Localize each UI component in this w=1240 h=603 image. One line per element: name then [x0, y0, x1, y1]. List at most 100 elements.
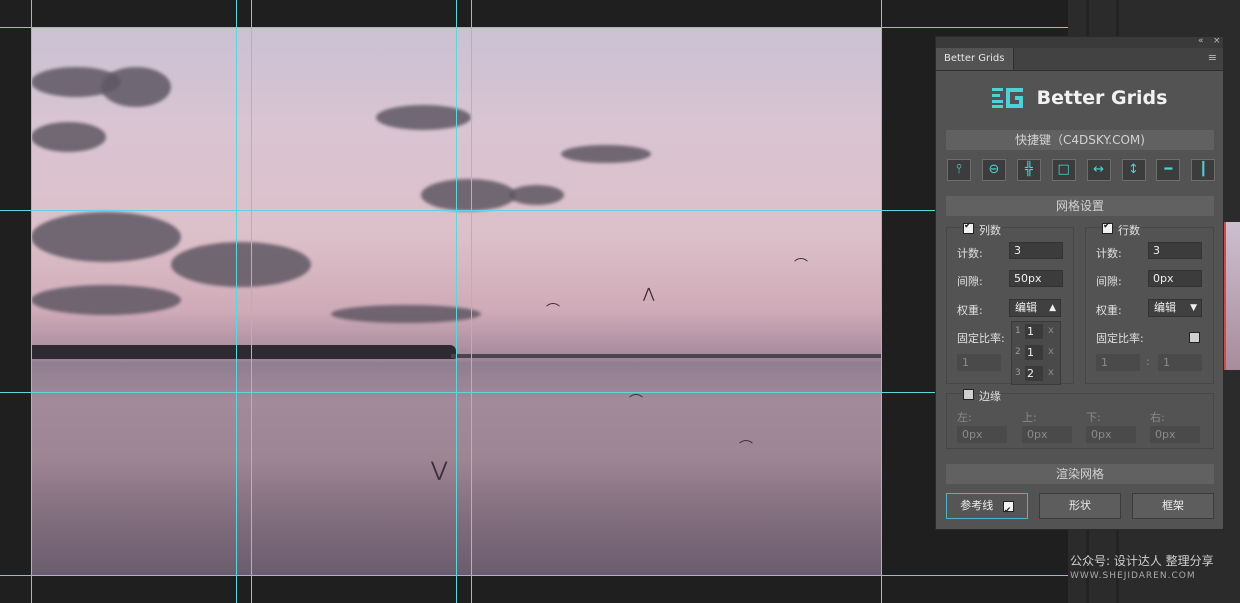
columns-ratio-input[interactable]: 1 — [957, 354, 1001, 371]
rows-ratio-b-input[interactable]: 1 — [1158, 354, 1202, 371]
rows-title: 行数 — [1118, 224, 1140, 237]
cloud — [31, 285, 181, 315]
guides-checkbox[interactable] — [1002, 499, 1014, 523]
shoreline — [31, 345, 456, 359]
rows-weight-dropdown[interactable]: 编辑 ▼ — [1148, 299, 1202, 317]
frame-square-icon[interactable]: □ — [1051, 159, 1076, 181]
ratio-separator: : — [1146, 355, 1150, 368]
canvas-area[interactable]: ⌒ ⋀ ⌒ ⌒ ⋁ ⌒ — [0, 0, 1068, 603]
guide-vertical[interactable] — [456, 0, 457, 603]
columns-weight-label: 权重: — [957, 304, 983, 317]
guide-horizontal[interactable] — [0, 392, 1068, 393]
panel-menu-icon[interactable]: ≡ — [1208, 52, 1217, 63]
center-cross-icon[interactable]: ╬ — [1016, 159, 1041, 181]
triangle-up-icon: ▲ — [1049, 303, 1056, 313]
margin-top-input[interactable]: 0px — [1022, 426, 1072, 443]
cloud — [171, 242, 311, 287]
center-vertical-line-icon[interactable]: ⫯ — [947, 159, 971, 181]
margins-title: 边缘 — [979, 390, 1001, 403]
guide-vertical[interactable] — [881, 0, 882, 603]
remove-weight-icon[interactable]: x — [1048, 346, 1054, 357]
bird: ⌒ — [546, 303, 560, 319]
vertical-arrows-icon[interactable]: ↕ — [1121, 159, 1146, 181]
brand-title: Better Grids — [1036, 87, 1168, 109]
watermark-line2: WWW.SHEJIDAREN.COM — [1070, 571, 1196, 581]
rows-ratio-checkbox[interactable] — [1189, 332, 1200, 343]
cloud — [561, 145, 651, 163]
rows-checkbox[interactable] — [1102, 221, 1113, 234]
rows-ratio-a-input[interactable]: 1 — [1096, 354, 1140, 371]
margin-bottom-input[interactable]: 0px — [1086, 426, 1136, 443]
weight-row: 3 2 x — [1015, 366, 1054, 381]
brand-header: Better Grids — [936, 87, 1223, 117]
columns-gutter-label: 间隙: — [957, 275, 983, 288]
weight-row: 2 1 x — [1015, 345, 1054, 360]
cloud — [101, 67, 171, 107]
guide-horizontal[interactable] — [0, 575, 1068, 576]
guide-vertical[interactable] — [251, 0, 252, 603]
margin-right-label: 右: — [1150, 411, 1165, 424]
rows-weight-label: 权重: — [1096, 304, 1122, 317]
weight-input[interactable]: 2 — [1025, 366, 1043, 381]
columns-weight-list: 1 1 x 2 1 x 3 2 x — [1011, 321, 1061, 385]
document-thumbnail[interactable] — [1224, 222, 1240, 370]
panel-title-strip: « × — [936, 36, 1223, 48]
rows-gutter-input[interactable]: 0px — [1148, 270, 1202, 287]
render-grid-header: 渲染网格 — [946, 464, 1214, 484]
frame-button[interactable]: 框架 — [1132, 493, 1214, 519]
columns-weight-dropdown[interactable]: 编辑 ▲ — [1009, 299, 1061, 317]
guide-vertical[interactable] — [31, 0, 32, 603]
columns-title: 列数 — [979, 224, 1001, 237]
cloud — [31, 122, 106, 152]
guides-button[interactable]: 参考线 — [946, 493, 1028, 523]
columns-count-label: 计数: — [957, 247, 983, 260]
triangle-down-icon: ▼ — [1190, 303, 1197, 313]
bird: ⌒ — [794, 258, 808, 274]
watermark: 公众号: 设计达人 整理分享 WWW.SHEJIDAREN.COM — [1070, 552, 1214, 581]
guide-vertical[interactable] — [236, 0, 237, 603]
bird: ⋁ — [431, 457, 448, 481]
rows-count-input[interactable]: 3 — [1148, 242, 1202, 259]
guide-horizontal[interactable] — [0, 210, 1068, 211]
weight-row: 1 1 x — [1015, 324, 1054, 339]
margin-top-label: 上: — [1022, 411, 1037, 424]
columns-checkbox[interactable] — [963, 221, 974, 234]
columns-weight-value: 编辑 — [1015, 301, 1037, 314]
center-horizontal-line-icon[interactable]: ⊖ — [981, 159, 1006, 181]
horizontal-line-icon[interactable]: ━ — [1156, 159, 1181, 181]
grid-settings-header: 网格设置 — [946, 196, 1214, 216]
margin-right-input[interactable]: 0px — [1150, 426, 1200, 443]
rows-count-label: 计数: — [1096, 247, 1122, 260]
margin-bottom-label: 下: — [1086, 411, 1101, 424]
weight-input[interactable]: 1 — [1025, 324, 1043, 339]
rows-ratio-label: 固定比率: — [1096, 332, 1144, 345]
bird: ⌒ — [739, 440, 753, 456]
margin-left-label: 左: — [957, 411, 972, 424]
shortcuts-header: 快捷键（C4DSKY.COM) — [946, 130, 1214, 150]
margin-left-input[interactable]: 0px — [957, 426, 1007, 443]
remove-weight-icon[interactable]: x — [1048, 325, 1054, 336]
rows-weight-value: 编辑 — [1154, 301, 1176, 314]
horizontal-arrows-icon[interactable]: ↔ — [1086, 159, 1111, 181]
close-icon[interactable]: × — [1213, 36, 1221, 46]
vertical-line-icon[interactable]: ┃ — [1191, 159, 1216, 181]
tab-better-grids[interactable]: Better Grids — [936, 48, 1014, 70]
remove-weight-icon[interactable]: x — [1048, 367, 1054, 378]
columns-gutter-input[interactable]: 50px — [1009, 270, 1063, 287]
bird: ⋀ — [643, 286, 655, 302]
guide-vertical[interactable] — [471, 0, 472, 603]
better-grids-logo-icon — [991, 88, 1023, 108]
better-grids-panel: « × Better Grids ≡ Better Grids 快捷键（C4DS… — [935, 36, 1224, 530]
cloud — [421, 179, 516, 211]
guide-horizontal[interactable] — [0, 27, 1068, 28]
watermark-line1: 公众号: 设计达人 整理分享 — [1070, 554, 1214, 568]
shoreline-far — [451, 354, 881, 358]
margins-checkbox[interactable] — [963, 389, 974, 400]
bird: ⌒ — [629, 394, 643, 410]
weight-input[interactable]: 1 — [1025, 345, 1043, 360]
panel-tabbar: Better Grids ≡ — [936, 48, 1223, 71]
columns-ratio-label: 固定比率: — [957, 332, 1005, 345]
collapse-icon[interactable]: « — [1198, 36, 1204, 46]
shape-button[interactable]: 形状 — [1039, 493, 1121, 519]
columns-count-input[interactable]: 3 — [1009, 242, 1063, 259]
